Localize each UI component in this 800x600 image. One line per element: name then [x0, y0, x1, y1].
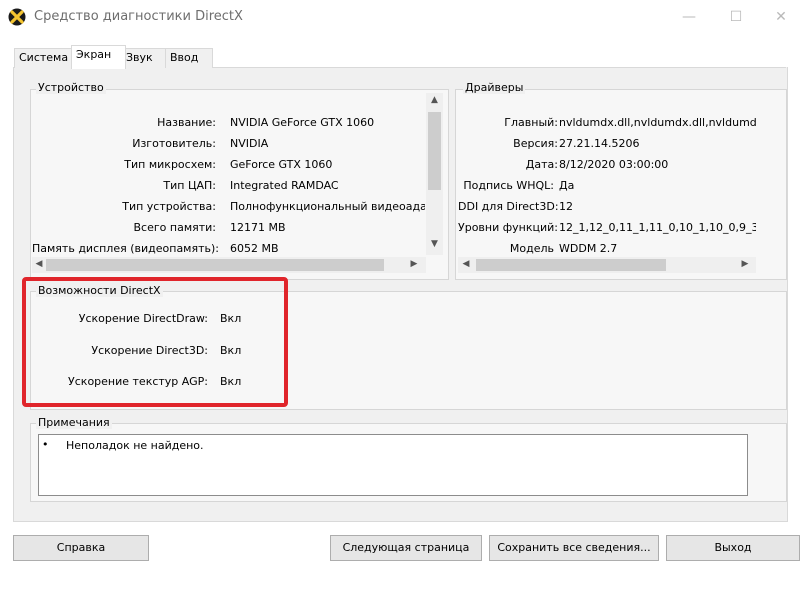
device-name-value: NVIDIA GeForce GTX 1060 — [230, 116, 375, 129]
notes-item: Неполадок не найдено. — [66, 439, 204, 452]
device-type-value: Полнофункциональный видеоадап — [230, 200, 425, 213]
whql-label: Подпись WHQL: — [463, 179, 554, 192]
tab-display[interactable]: Экран — [71, 45, 126, 69]
ddi-label: DDI для Direct3D: — [458, 200, 559, 213]
display-memory-value: 6052 MB — [230, 242, 279, 255]
tab-input[interactable]: Ввод — [165, 48, 213, 68]
highlight-frame — [22, 277, 288, 407]
feature-levels-label: Уровни функций: — [458, 221, 558, 234]
scroll-down-arrow-icon[interactable]: ▼ — [426, 239, 443, 249]
scroll-right-arrow-icon[interactable]: ▶ — [739, 259, 751, 269]
minimize-button[interactable]: — — [678, 6, 700, 28]
help-button[interactable]: Справка — [13, 535, 149, 561]
chip-type-value: GeForce GTX 1060 — [230, 158, 333, 171]
scroll-right-arrow-icon[interactable]: ▶ — [408, 259, 420, 269]
notes-group-label: Примечания — [36, 416, 112, 429]
scroll-left-arrow-icon[interactable]: ◀ — [33, 259, 45, 269]
device-vertical-scroll-thumb[interactable] — [428, 112, 441, 190]
device-manufacturer-label: Изготовитель: — [132, 137, 216, 150]
ddi-value: 12 — [559, 200, 573, 213]
chip-type-label: Тип микросхем: — [124, 158, 216, 171]
feature-levels-value: 12_1,12_0,11_1,11_0,10_1,10_0,9_3 — [559, 221, 756, 234]
exit-button[interactable]: Выход — [666, 535, 800, 561]
maximize-button[interactable]: ☐ — [725, 6, 747, 28]
whql-value: Да — [559, 179, 575, 192]
next-page-button[interactable]: Следующая страница — [330, 535, 482, 561]
driver-model-value: WDDM 2.7 — [559, 242, 618, 255]
driver-date-label: Дата: — [525, 158, 558, 171]
total-memory-label: Всего памяти: — [133, 221, 216, 234]
driver-version-value: 27.21.14.5206 — [559, 137, 640, 150]
scroll-left-arrow-icon[interactable]: ◀ — [460, 259, 472, 269]
save-all-button[interactable]: Сохранить все сведения... — [489, 535, 659, 561]
scroll-up-arrow-icon[interactable]: ▲ — [426, 95, 443, 105]
dac-type-label: Тип ЦАП: — [163, 179, 216, 192]
device-group-label: Устройство — [36, 81, 106, 94]
device-name-label: Название: — [157, 116, 216, 129]
dac-type-value: Integrated RAMDAC — [230, 179, 339, 192]
driver-date-value: 8/12/2020 03:00:00 — [559, 158, 669, 171]
bullet-icon: • — [42, 438, 49, 451]
drivers-group-label: Драйверы — [463, 81, 526, 94]
total-memory-value: 12171 MB — [230, 221, 286, 234]
tab-sound[interactable]: Звук — [121, 48, 169, 68]
window-title: Средство диагностики DirectX — [34, 9, 243, 24]
driver-main-value: nvldumdx.dll,nvldumdx.dll,nvldumdx.c — [559, 116, 756, 129]
close-button[interactable]: ✕ — [770, 6, 792, 28]
device-type-label: Тип устройства: — [122, 200, 216, 213]
device-manufacturer-value: NVIDIA — [230, 137, 269, 150]
driver-version-label: Версия: — [513, 137, 558, 150]
driver-model-label: Модель — [509, 242, 554, 255]
device-horizontal-scroll-thumb[interactable] — [46, 259, 384, 271]
drivers-horizontal-scroll-thumb[interactable] — [476, 259, 666, 271]
directx-icon — [8, 8, 26, 26]
driver-main-label: Главный: — [504, 116, 558, 129]
display-memory-label: Память дисплея (видеопамять): — [32, 242, 219, 255]
